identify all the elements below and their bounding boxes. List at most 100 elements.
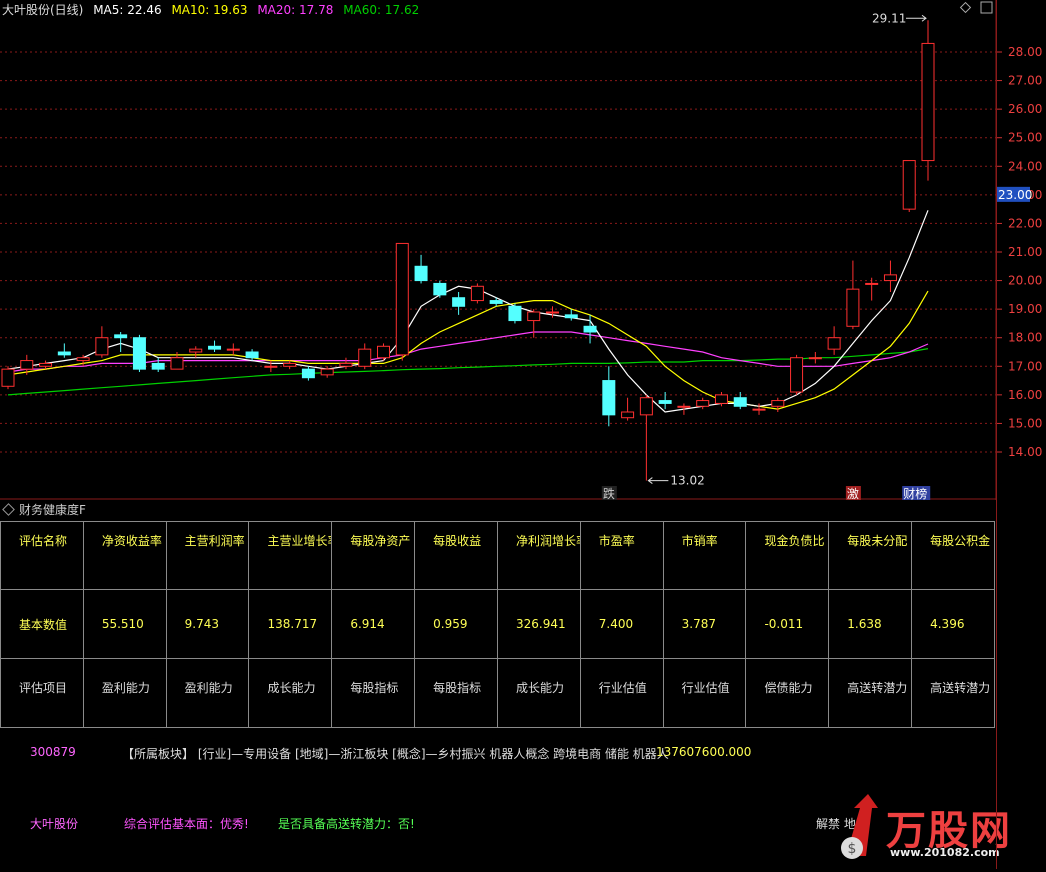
candle-body <box>433 282 447 296</box>
table-cell: 成长能力 <box>248 658 333 728</box>
candle-body <box>395 242 409 356</box>
candle-body <box>921 42 935 162</box>
table-cell: 3.787 <box>662 589 747 659</box>
candle-body <box>39 362 53 367</box>
candle-body <box>358 348 372 367</box>
high-price-annotation: 29.11 <box>872 11 906 25</box>
candle-body <box>752 408 766 411</box>
table-cell: 55.510 <box>82 589 167 659</box>
candle-body <box>639 397 653 416</box>
candle-body <box>95 337 109 356</box>
candle-body <box>414 265 428 282</box>
table-cell: 0.959 <box>414 589 498 659</box>
candle-body <box>452 297 466 307</box>
candle-body <box>602 380 616 416</box>
table-cell: 偿债能力 <box>745 658 830 728</box>
table-cell: 4.396 <box>911 589 995 659</box>
table-cell: 高送转潜力 <box>828 658 913 728</box>
candle-body <box>771 400 785 407</box>
table-header-row: 评估名称 净资收益率 主营利润率 主营业增长率 每股净资产 每股收益 净利润增长… <box>0 521 995 590</box>
candle-body <box>883 274 897 282</box>
candle-body <box>545 311 559 314</box>
table-cell: 高送转潜力 <box>911 658 995 728</box>
candle-body <box>621 411 635 419</box>
chart-header: 大叶股份(日线) MA5: 22.46 MA10: 19.63 MA20: 17… <box>2 1 425 17</box>
table-cell: 138.717 <box>248 589 333 659</box>
ma60-label: MA60: 17.62 <box>343 3 420 17</box>
event-marker: 财榜 <box>903 486 927 500</box>
table-cell: 主营利润率 <box>165 521 250 590</box>
table-cell: 现金负债比 <box>745 521 830 590</box>
candle-body <box>714 394 728 404</box>
svg-text:$: $ <box>848 841 857 857</box>
stock-code: 300879 <box>30 745 76 759</box>
event-marker: 跌 <box>603 486 615 500</box>
ma20-label: MA20: 17.78 <box>257 3 334 17</box>
candle-body <box>339 362 353 367</box>
table-cell: 7.400 <box>579 589 664 659</box>
candle-body <box>283 362 297 367</box>
table-cell: 1.638 <box>828 589 913 659</box>
candle-body <box>377 345 391 359</box>
event-marker: 激 <box>847 487 859 500</box>
table-cell: 净利润增长率 <box>496 521 581 590</box>
table-cell: 行业估值 <box>662 658 747 728</box>
candle-body <box>208 345 222 350</box>
table-cell: 评估名称 <box>0 521 84 590</box>
candle-body <box>57 351 71 356</box>
high-transfer-text: 是否具备高送转潜力：否! <box>278 817 415 831</box>
candle-body <box>790 357 804 393</box>
candle-body <box>846 288 860 327</box>
indicator-name: 财务健康度F <box>19 503 86 517</box>
candle-body <box>151 362 165 370</box>
candle-body <box>865 282 879 285</box>
candle-body <box>189 348 203 353</box>
low-price-annotation: 13.02 <box>670 474 704 488</box>
table-cell: 326.941 <box>496 589 581 659</box>
candle-body <box>170 357 184 370</box>
candle-body <box>733 397 747 407</box>
candle-body <box>320 368 334 376</box>
ma60-line <box>7 348 929 396</box>
ma5-line <box>7 210 929 413</box>
table-cell: 行业估值 <box>579 658 664 728</box>
sector-text: 【所属板块】 [行业]—专用设备 [地域]—浙江板块 [概念]—乡村振兴 机器人… <box>122 747 669 761</box>
candle-body <box>527 311 541 322</box>
diamond-icon[interactable] <box>2 503 15 516</box>
table-cell: 9.743 <box>165 589 250 659</box>
candle-body <box>808 357 822 360</box>
candle-body <box>658 400 672 404</box>
table-cell: 每股未分配 <box>828 521 913 590</box>
candle-body <box>1 368 15 387</box>
financial-health-table: 评估名称 净资收益率 主营利润率 主营业增长率 每股净资产 每股收益 净利润增长… <box>0 521 995 728</box>
indicator-title-bar[interactable]: 财务健康度F <box>0 501 996 519</box>
kline-chart[interactable]: 28.0027.0026.0025.0024.0023.0022.0021.00… <box>0 0 1046 500</box>
ma5-label: MA5: 22.46 <box>93 3 162 17</box>
table-cell: 评估项目 <box>0 658 84 728</box>
candle-body <box>76 357 90 362</box>
table-cell: 每股公积金 <box>911 521 995 590</box>
candle-body <box>470 285 484 302</box>
table-cell: 每股指标 <box>331 658 416 728</box>
table-cell: 每股指标 <box>414 658 498 728</box>
high-arrow <box>906 14 927 22</box>
candle-body <box>245 351 259 359</box>
candle-body <box>114 334 128 339</box>
table-cell: -0.011 <box>745 589 830 659</box>
candle-body <box>20 360 34 370</box>
stock-name: 大叶股份 <box>30 817 79 831</box>
candle-body <box>827 337 841 350</box>
ma10-label: MA10: 19.63 <box>171 3 248 17</box>
table-cell: 盈利能力 <box>165 658 250 728</box>
right-panel <box>996 0 1046 869</box>
table-cell: 每股收益 <box>414 521 498 590</box>
candle-body <box>508 305 522 322</box>
rating-text: 综合评估基本面：优秀! <box>124 817 249 831</box>
candle-body <box>301 368 315 379</box>
candle-body <box>564 314 578 319</box>
table-cell: 市盈率 <box>579 521 664 590</box>
candle-body <box>264 365 278 368</box>
low-arrow <box>647 477 669 484</box>
candle-body <box>226 348 240 351</box>
table-value-row: 基本数值 55.510 9.743 138.717 6.914 0.959 32… <box>0 589 995 659</box>
